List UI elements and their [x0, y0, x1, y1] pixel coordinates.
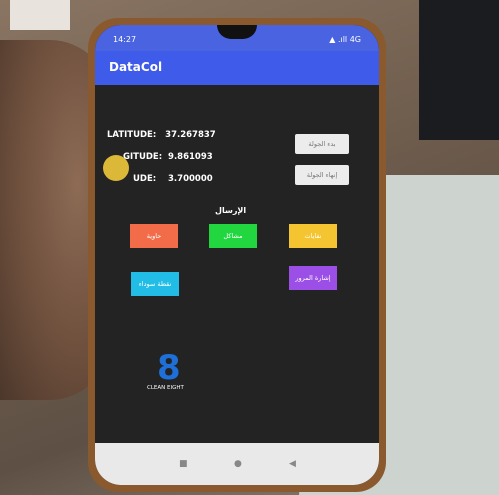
traffic-signal-button[interactable]: إشارة المرور: [289, 266, 337, 290]
altitude-value: 3.700000: [168, 174, 213, 184]
app-title: DataCol: [109, 60, 163, 74]
send-label: الإرسال: [215, 206, 247, 215]
home-icon[interactable]: ●: [234, 459, 242, 469]
latitude-label: LATITUDE:: [107, 130, 157, 140]
touch-indicator: [103, 155, 129, 181]
app-bar: DataCol: [95, 51, 379, 85]
background-object: [10, 0, 70, 30]
black-spot-button[interactable]: نقطة سوداء: [131, 272, 179, 296]
status-signal: ▲ .ıll 4G: [329, 35, 361, 44]
longitude-value: 9.861093: [168, 152, 213, 162]
recents-icon[interactable]: ■: [179, 459, 188, 469]
background-object-dark: [419, 0, 499, 140]
start-tour-button[interactable]: بدء الجولة: [295, 134, 349, 154]
problem-button[interactable]: مشاكل: [209, 224, 257, 248]
navigation-bar: ■ ● ◀: [95, 443, 379, 485]
altitude-label: UDE:: [133, 174, 157, 184]
back-icon[interactable]: ◀: [289, 459, 296, 469]
logo-text: CLEAN EIGHT: [147, 385, 184, 391]
container-button[interactable]: حاوية: [130, 224, 178, 248]
status-time: 14:27: [113, 35, 137, 44]
latitude-row: LATITUDE: 37.267837: [107, 130, 216, 140]
longitude-row: GITUDE: 9.861093: [123, 152, 213, 162]
phone-frame: 14:27 ▲ .ıll 4G DataCol LATITUDE: 37.267…: [88, 18, 386, 492]
latitude-value: 37.267837: [165, 130, 216, 140]
end-tour-button[interactable]: إنهاء الجولة: [295, 165, 349, 185]
main-content: LATITUDE: 37.267837 GITUDE: 9.861093 UDE…: [95, 85, 379, 443]
altitude-row: UDE: 3.700000: [133, 174, 213, 184]
waste-button[interactable]: نفايات: [289, 224, 337, 248]
clean-eight-logo: 8 CLEAN EIGHT: [147, 348, 184, 391]
phone-screen: 14:27 ▲ .ıll 4G DataCol LATITUDE: 37.267…: [95, 25, 379, 485]
longitude-label: GITUDE:: [123, 152, 163, 162]
